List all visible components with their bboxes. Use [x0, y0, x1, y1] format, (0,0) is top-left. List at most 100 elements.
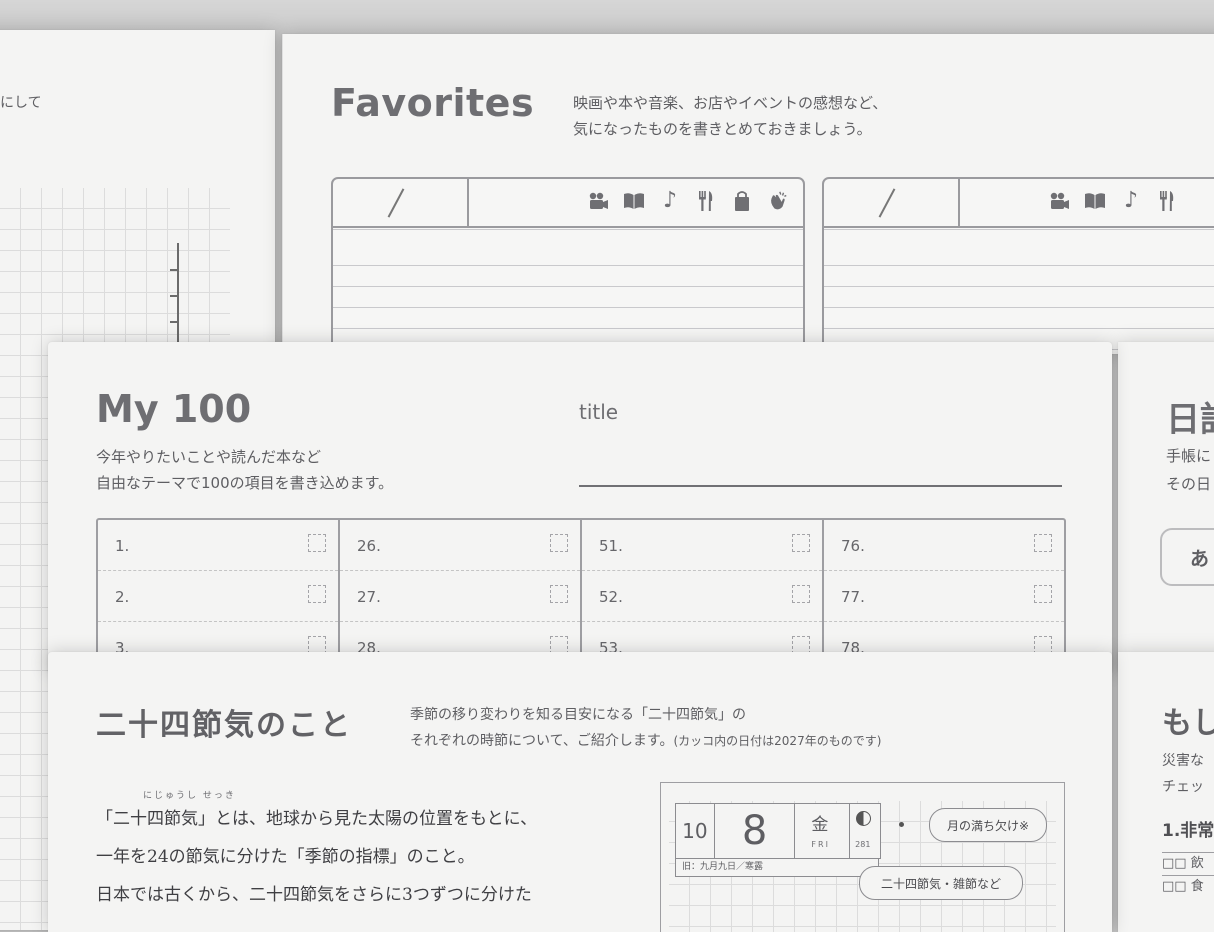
sekki-desc-note: (カッコ内の日付は2027年のものです): [673, 734, 882, 748]
left-page-tick: [170, 321, 178, 323]
sekki-desc-text: それぞれの時節について、ご紹介します。: [410, 733, 674, 749]
checkbox[interactable]: [792, 585, 810, 603]
checkbox[interactable]: [308, 585, 326, 603]
favorites-desc-line: 気になったものを書きとめておきましょう。: [573, 120, 872, 138]
favorites-card: ♪: [331, 177, 805, 354]
my100-title: My 100: [96, 387, 252, 431]
sekki-desc-line: 季節の移り変わりを知る目安になる「二十四節気」の: [410, 707, 746, 723]
my100-list-column: 26. 27. 28.: [340, 520, 582, 672]
emergency-desc-line: チェッ: [1162, 779, 1204, 795]
list-item[interactable]: 76.: [824, 520, 1064, 571]
list-item-number: 51.: [599, 537, 623, 555]
music-note-icon: ♪: [1123, 188, 1139, 213]
favorites-title: Favorites: [331, 81, 535, 125]
my100-list-column: 76. 77. 78.: [824, 520, 1064, 672]
left-page-tick: [170, 269, 178, 271]
favorites-desc-line: 映画や本や音楽、お店やイベントの感想など、: [573, 94, 888, 112]
list-item[interactable]: 77.: [824, 571, 1064, 622]
checkbox[interactable]: [792, 534, 810, 552]
favorites-page: Favorites 映画や本や音楽、お店やイベントの感想など、 気になったものを…: [282, 34, 1214, 354]
sekki-body-text: 「二十四節気」とは、地球から見た太陽の位置をもとに、 一年を24の節気に分けた「…: [96, 800, 537, 914]
book-icon: [623, 188, 645, 214]
emergency-section-heading: 1.非常: [1162, 821, 1214, 841]
checkbox[interactable]: [550, 534, 568, 552]
emergency-page: もし 災害な チェッ 1.非常 □□ 飲 □□ 食: [1118, 652, 1214, 932]
list-item-number: 76.: [841, 537, 865, 555]
shopping-bag-icon: [731, 188, 753, 214]
emergency-check-row[interactable]: □□ 飲: [1162, 852, 1214, 875]
list-item-number: 1.: [115, 537, 130, 555]
example-weekday-english: FRI: [811, 840, 830, 849]
moon-phase-callout: 月の満ち欠け※: [929, 808, 1047, 842]
favorites-card-header: ♪: [333, 179, 803, 228]
checkbox[interactable]: [1034, 585, 1052, 603]
example-weekday: 金 FRI: [795, 804, 851, 858]
my100-list-table: 1. 2. 3. 26. 27. 28. 51. 52. 53. 76. 77.…: [96, 518, 1066, 672]
favorites-category-icons: ♪: [1048, 188, 1178, 214]
my100-list-column: 1. 2. 3.: [98, 520, 340, 672]
date-slash: [387, 188, 405, 218]
list-item-number: 77.: [841, 588, 865, 606]
fork-knife-icon: [695, 188, 717, 214]
list-item[interactable]: 27.: [340, 571, 580, 622]
favorites-card-header: ♪: [824, 179, 1214, 228]
movie-camera-icon: [587, 188, 609, 214]
list-item-number: 52.: [599, 588, 623, 606]
checkbox[interactable]: [1034, 534, 1052, 552]
favorites-card-date-field[interactable]: [333, 179, 469, 226]
favorites-category-icons: ♪: [587, 188, 789, 214]
sekki-title: 二十四節気のこと: [96, 708, 352, 743]
sekki-body-line: 日本では古くから、二十四節気をさらに3つずつに分けた: [96, 885, 532, 905]
emergency-desc-line: 災害な: [1162, 753, 1204, 769]
emergency-description: 災害な チェッ: [1162, 748, 1204, 800]
favorites-card-lines[interactable]: [824, 228, 1214, 354]
example-day: 8: [715, 804, 796, 858]
fork-knife-icon: [1156, 188, 1178, 214]
diary-description: 手帳に その日: [1166, 442, 1211, 498]
diary-desc-line: その日: [1166, 475, 1212, 493]
list-item[interactable]: 52.: [582, 571, 822, 622]
sekki-body-line: 一年を24の節気に分けた「季節の指標」のこと。: [96, 847, 475, 867]
left-page-tick: [170, 295, 178, 297]
book-icon: [1084, 188, 1106, 214]
my100-title-label: title: [579, 400, 619, 424]
emergency-title: もし: [1162, 706, 1214, 741]
checkbox[interactable]: [308, 534, 326, 552]
example-month: 10: [676, 804, 715, 858]
favorites-description: 映画や本や音楽、お店やイベントの感想など、 気になったものを書きとめておきましょ…: [573, 90, 887, 142]
favorites-card-date-field[interactable]: [824, 179, 960, 226]
checkbox[interactable]: [550, 585, 568, 603]
my100-list-column: 51. 52. 53.: [582, 520, 824, 672]
sekki-description: 季節の移り変わりを知る目安になる「二十四節気」の それぞれの時節について、ご紹介…: [410, 702, 881, 754]
clapping-hands-icon: [767, 188, 789, 214]
my100-title-input-line[interactable]: [579, 485, 1062, 487]
callout-pointer: [899, 822, 904, 827]
my100-desc-line: 今年やりたいことや読んだ本など: [96, 448, 322, 466]
list-item[interactable]: 26.: [340, 520, 580, 571]
list-item-number: 2.: [115, 588, 130, 606]
diary-page: 日記 手帳に その日 あ: [1118, 342, 1214, 672]
left-page-text: にして: [0, 95, 42, 111]
list-item[interactable]: 51.: [582, 520, 822, 571]
movie-camera-icon: [1048, 188, 1070, 214]
example-old-calendar: 旧：九月九日／寒露: [675, 859, 879, 877]
sekki-desc-line: それぞれの時節について、ご紹介します。(カッコ内の日付は2027年のものです): [410, 728, 881, 754]
sekki-page: 二十四節気のこと 季節の移り変わりを知る目安になる「二十四節気」の それぞれの時…: [48, 652, 1112, 932]
diary-desc-line: 手帳に: [1166, 447, 1212, 465]
my100-page: My 100 今年やりたいことや読んだ本など 自由なテーマで100の項目を書き込…: [48, 342, 1112, 672]
list-item-number: 26.: [357, 537, 381, 555]
diary-page-example: 10 8 金 FRI 281 旧：九月九日／寒露 月の満ち欠け※ 二十四節気・雑…: [660, 782, 1065, 932]
emergency-check-row[interactable]: □□ 食: [1162, 875, 1214, 898]
diary-title: 日記: [1166, 400, 1214, 440]
diary-pill-label: あ: [1190, 548, 1210, 570]
my100-desc-line: 自由なテーマで100の項目を書き込めます。: [96, 474, 394, 492]
example-day-of-year: 281: [855, 840, 871, 849]
my100-description: 今年やりたいことや読んだ本など 自由なテーマで100の項目を書き込めます。: [96, 444, 393, 496]
favorites-card-lines[interactable]: [333, 228, 803, 354]
sekki-callout: 二十四節気・雑節など: [859, 866, 1023, 900]
list-item[interactable]: 1.: [98, 520, 338, 571]
example-weekday-kanji: 金: [811, 815, 829, 835]
list-item[interactable]: 2.: [98, 571, 338, 622]
date-slash: [878, 188, 896, 218]
sekki-body-line: 「二十四節気」とは、地球から見た太陽の位置をもとに、: [96, 809, 538, 829]
